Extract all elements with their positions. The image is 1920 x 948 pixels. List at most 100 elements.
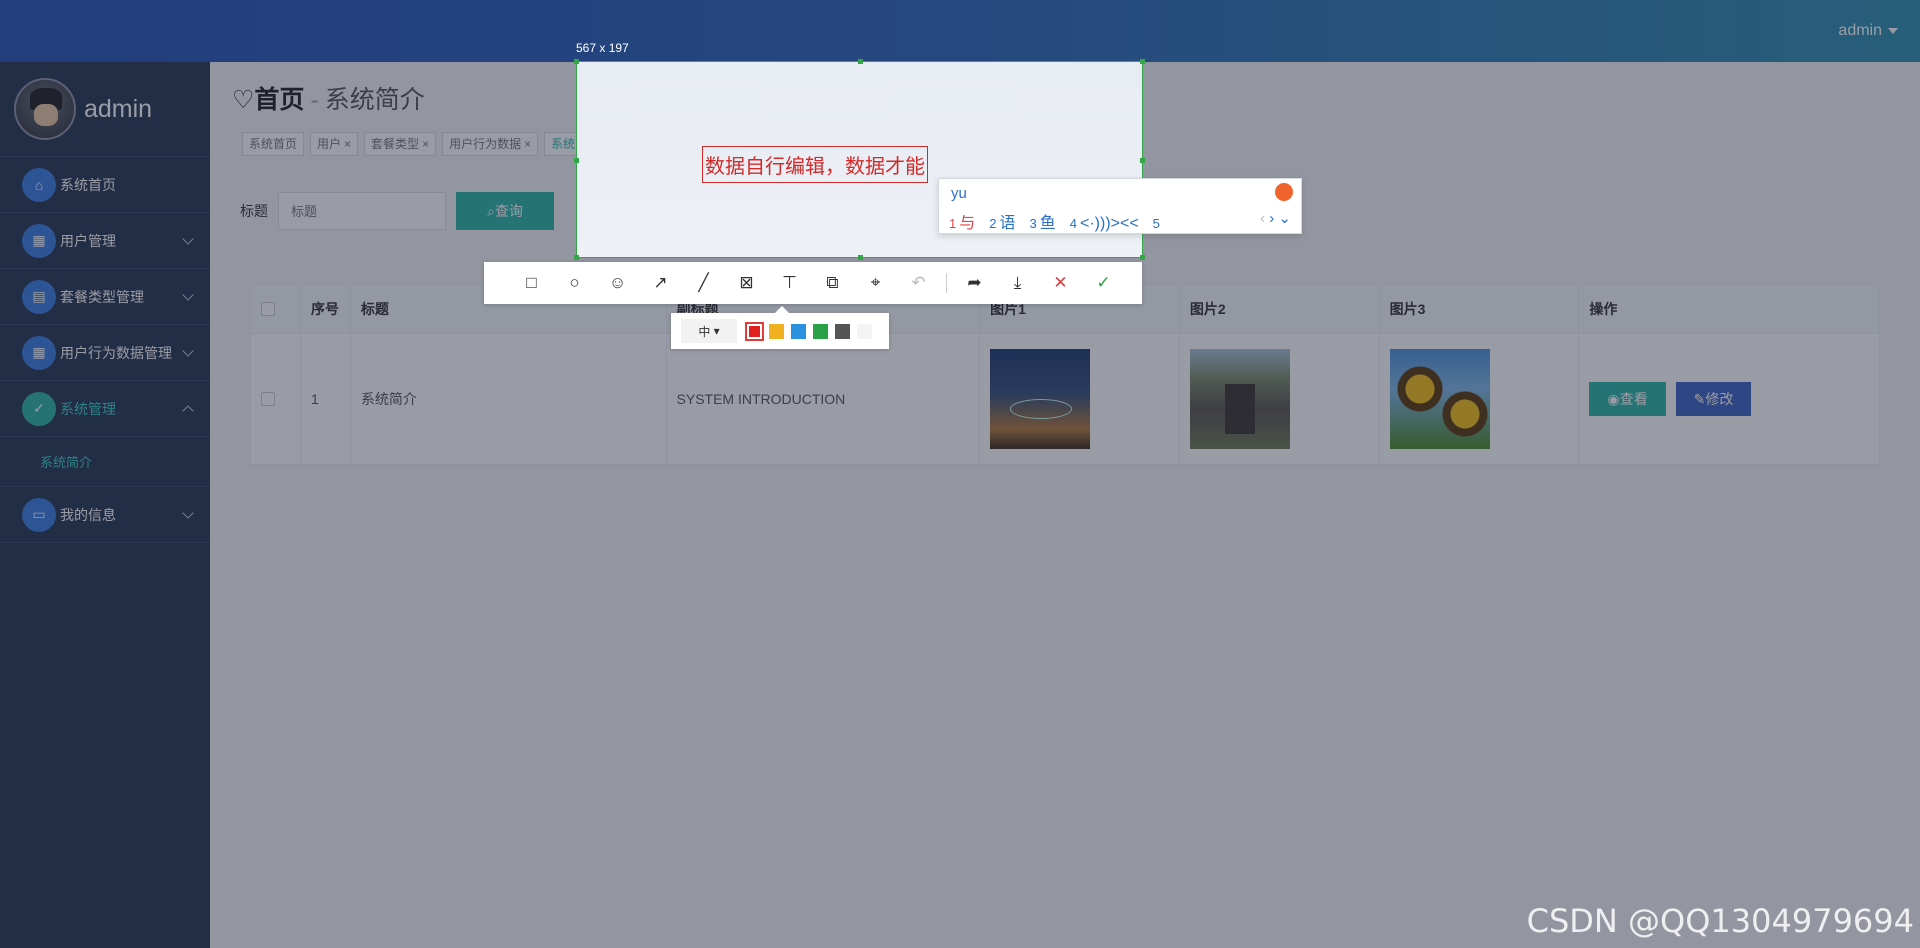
download-icon[interactable]: ⤓ xyxy=(996,262,1039,304)
city-night-image[interactable] xyxy=(990,349,1091,449)
capture-toolbar: □ ○ ☺ ↗ ╱ ⊠ ⊤ ⧉ ⌖ ↶ ➦ ⤓ ✕ ✓ xyxy=(484,262,1142,304)
watermark: CSDN @QQ1304979694 xyxy=(1526,902,1914,940)
ime-page-nav[interactable]: ‹ › ⌄ xyxy=(1260,209,1291,227)
sidebar-item-system[interactable]: ✓ 系统管理 xyxy=(0,381,210,437)
gate-building-image[interactable] xyxy=(1189,349,1290,449)
image1-cell xyxy=(980,334,1180,464)
breadcrumb-current: 系统简介 xyxy=(324,86,425,114)
tab-home[interactable]: 系统首页 xyxy=(242,132,305,156)
ime-candidate[interactable]: 3鱼 xyxy=(1030,209,1056,233)
data-table: 序号 标题 副标题 图片1 图片2 图片3 操作 1 系统简介 SYSTEM I… xyxy=(250,284,1880,466)
image3-cell xyxy=(1380,334,1580,464)
arrow-tool-icon[interactable]: ↗ xyxy=(639,262,682,304)
tab-users[interactable]: 用户 × xyxy=(310,132,359,156)
color-swatch-yellow[interactable] xyxy=(769,323,784,339)
user-menu[interactable]: admin xyxy=(1838,22,1898,40)
color-swatch-white[interactable] xyxy=(857,323,872,339)
ime-candidates: 1与 2语 3鱼 4 <·)))><< 5 xyxy=(949,209,1177,233)
sidebar-item-package-types[interactable]: ▤ 套餐类型管理 xyxy=(0,269,210,325)
sunflower-image[interactable] xyxy=(1389,349,1490,449)
sidebar-item-users[interactable]: ▦ 用户管理 xyxy=(0,213,210,269)
resize-handle[interactable] xyxy=(574,255,579,260)
search-button[interactable]: ⌕ 查询 xyxy=(456,192,554,230)
view-button[interactable]: ◉ 查看 xyxy=(1589,382,1666,416)
sidebar-item-label: 系统首页 xyxy=(60,176,116,193)
select-all-checkbox[interactable] xyxy=(261,302,275,316)
resize-handle[interactable] xyxy=(858,255,863,260)
color-swatch-green[interactable] xyxy=(813,323,828,339)
chevron-down-icon xyxy=(182,289,194,301)
close-icon[interactable]: × xyxy=(344,137,351,151)
clipboard-icon: ▤ xyxy=(22,279,56,314)
share-icon[interactable]: ➦ xyxy=(953,262,996,304)
column-header: 序号 xyxy=(300,285,351,333)
search-button-label: 查询 xyxy=(494,203,523,219)
emoji-tool-icon[interactable]: ☺ xyxy=(596,262,639,304)
close-icon[interactable]: × xyxy=(524,137,531,151)
search-icon: ⌕ xyxy=(487,202,495,219)
capture-size-label: 567 x 197 xyxy=(576,41,629,55)
annotation-text-box[interactable]: 数据自行编辑，数据才能 xyxy=(702,146,928,183)
chevron-left-icon[interactable]: ‹ xyxy=(1260,210,1265,227)
cancel-icon[interactable]: ✕ xyxy=(1039,262,1082,304)
edit-button[interactable]: ✎ 修改 xyxy=(1675,382,1752,416)
confirm-icon[interactable]: ✓ xyxy=(1082,262,1125,304)
row-subtitle: SYSTEM INTRODUCTION xyxy=(667,334,981,464)
breadcrumb-home[interactable]: 首页 xyxy=(254,86,304,114)
resize-handle[interactable] xyxy=(574,59,579,64)
undo-icon[interactable]: ↶ xyxy=(897,262,940,304)
chevron-right-icon[interactable]: › xyxy=(1269,210,1274,227)
resize-handle[interactable] xyxy=(574,158,579,163)
color-swatch-gray[interactable] xyxy=(835,323,850,339)
tab-label: 用户 xyxy=(317,137,342,151)
sidebar-item-my-info[interactable]: ▭ 我的信息 xyxy=(0,487,210,543)
rectangle-tool-icon[interactable]: □ xyxy=(510,262,553,304)
wallet-icon: ▭ xyxy=(22,497,56,532)
ime-candidate-window: yu 1与 2语 3鱼 4 <·)))><< 5 ‹ › ⌄ xyxy=(938,178,1302,234)
resize-handle[interactable] xyxy=(1140,255,1145,260)
tab-package-types[interactable]: 套餐类型 × xyxy=(364,132,437,156)
chevron-down-icon xyxy=(182,233,194,245)
image2-cell xyxy=(1180,334,1380,464)
column-header: 图片2 xyxy=(1179,285,1380,333)
font-size-select[interactable]: 中 ▾ xyxy=(681,319,737,343)
color-swatch-blue[interactable] xyxy=(791,323,806,339)
chevron-down-icon[interactable]: ⌄ xyxy=(1278,210,1291,227)
caret-down-icon xyxy=(1888,27,1898,34)
row-title: 系统简介 xyxy=(351,334,667,464)
line-tool-icon[interactable]: ╱ xyxy=(682,262,725,304)
actions-cell: ◉ 查看 ✎ 修改 xyxy=(1579,334,1879,464)
sidebar-item-home[interactable]: ⌂ 系统首页 xyxy=(0,157,210,213)
ime-logo-icon xyxy=(1275,183,1293,201)
resize-handle[interactable] xyxy=(858,59,863,64)
sidebar-item-user-behavior[interactable]: ▦ 用户行为数据管理 xyxy=(0,325,210,381)
ime-candidate[interactable]: 5 xyxy=(1153,215,1163,233)
ellipse-tool-icon[interactable]: ○ xyxy=(553,262,596,304)
resize-handle[interactable] xyxy=(1140,158,1145,163)
row-checkbox[interactable] xyxy=(261,392,275,406)
view-button-label: 查看 xyxy=(1619,391,1648,407)
color-swatch-red[interactable] xyxy=(745,321,764,341)
resize-handle[interactable] xyxy=(1140,59,1145,64)
text-tool-icon[interactable]: ⊤ xyxy=(768,262,811,304)
ime-candidate[interactable]: 2语 xyxy=(989,209,1015,233)
ime-candidate[interactable]: 1与 xyxy=(949,209,975,233)
eye-icon: ◉ xyxy=(1607,390,1620,407)
select-all-cell xyxy=(251,285,301,333)
tab-label: 套餐类型 xyxy=(371,137,420,151)
scan-tool-icon[interactable]: ⌖ xyxy=(854,262,897,304)
close-icon[interactable]: × xyxy=(422,137,429,151)
tab-label: 用户行为数据 xyxy=(449,137,522,151)
search-input[interactable] xyxy=(278,192,446,230)
avatar xyxy=(14,78,76,140)
ime-typed-text: yu xyxy=(951,185,967,202)
mosaic-tool-icon[interactable]: ⊠ xyxy=(725,262,768,304)
grid-icon: ▦ xyxy=(22,223,56,258)
pencil-icon: ✎ xyxy=(1693,390,1706,407)
tab-user-behavior[interactable]: 用户行为数据 × xyxy=(442,132,539,156)
column-header: 图片3 xyxy=(1379,285,1580,333)
sidebar-item-label: 用户行为数据管理 xyxy=(60,344,172,361)
ime-candidate[interactable]: 4 <·)))><< xyxy=(1070,215,1139,233)
pin-tool-icon[interactable]: ⧉ xyxy=(811,262,854,304)
sidebar-subitem-system-intro[interactable]: 系统简介 xyxy=(0,437,210,487)
